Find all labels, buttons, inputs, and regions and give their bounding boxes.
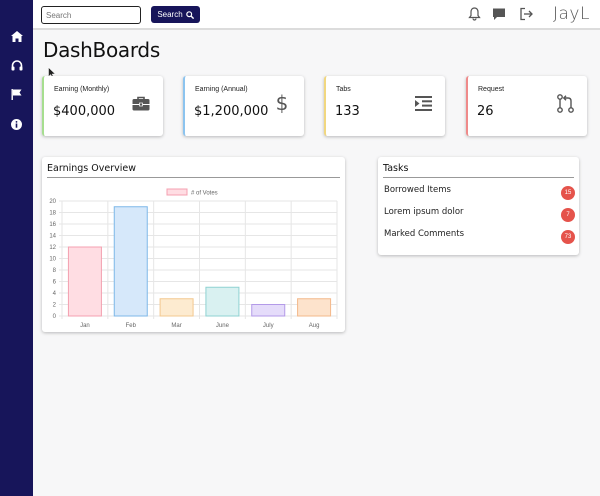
x-tick-label: July — [263, 323, 274, 329]
flag-icon[interactable] — [0, 86, 33, 102]
bar — [113, 206, 148, 317]
legend-swatch — [166, 188, 188, 196]
y-tick-label: 18 — [49, 211, 56, 217]
bar — [159, 298, 194, 317]
home-icon[interactable] — [0, 28, 33, 44]
search-button-label: Search — [157, 10, 183, 19]
panel-title: Earnings Overview — [47, 163, 136, 174]
y-tick-label: 12 — [49, 245, 56, 251]
card-value: 26 — [477, 104, 494, 119]
x-tick-label: Jan — [80, 323, 90, 329]
search-input[interactable] — [41, 6, 141, 24]
card-label: Request — [478, 86, 505, 93]
card-earning-annual: Earning (Annual) $1,200,000 $ — [183, 76, 304, 136]
card-earning-monthly: Earning (Monthly) $400,000 — [42, 76, 163, 136]
page-title: DashBoards — [43, 38, 160, 62]
y-tick-label: 6 — [53, 280, 57, 286]
headphones-icon[interactable] — [0, 57, 33, 73]
x-tick-label: Aug — [309, 323, 320, 329]
task-count-badge: 7 — [561, 208, 575, 222]
user-name[interactable]: JayL — [553, 4, 590, 24]
pull-request-icon — [555, 93, 575, 113]
card-tabs: Tabs 133 — [324, 76, 445, 136]
card-label: Tabs — [336, 86, 351, 93]
y-tick-label: 8 — [53, 268, 57, 274]
divider — [383, 177, 574, 178]
y-tick-label: 20 — [49, 199, 56, 205]
briefcase-icon — [131, 93, 151, 113]
x-tick-label: June — [216, 323, 230, 329]
bar — [205, 286, 240, 317]
y-tick-label: 14 — [49, 234, 56, 240]
bar — [67, 246, 102, 317]
task-count-badge: 73 — [561, 230, 575, 244]
card-label: Earning (Annual) — [195, 86, 248, 93]
bar — [251, 304, 286, 317]
card-request: Request 26 — [466, 76, 587, 136]
y-tick-label: 2 — [53, 303, 57, 309]
card-value: $400,000 — [53, 104, 116, 119]
search-icon — [185, 10, 194, 19]
y-tick-label: 16 — [49, 222, 56, 228]
legend-label: # of Votes — [191, 191, 218, 197]
y-tick-label: 0 — [53, 314, 57, 320]
divider — [47, 177, 340, 178]
top-bar: Search JayL — [33, 0, 600, 30]
task-item-label[interactable]: Marked Comments — [384, 229, 464, 239]
bell-icon[interactable] — [466, 6, 482, 22]
indent-icon — [413, 93, 433, 113]
y-tick-label: 10 — [49, 257, 56, 263]
task-item-label[interactable]: Lorem ipsum dolor — [384, 207, 464, 217]
task-count-badge: 15 — [561, 186, 575, 200]
message-icon[interactable] — [491, 6, 507, 22]
card-label: Earning (Monthly) — [54, 86, 110, 93]
bar — [297, 298, 332, 317]
card-value: $1,200,000 — [194, 104, 269, 119]
panel-title: Tasks — [383, 163, 409, 174]
tasks-panel: Tasks Borrowed Items 15 Lorem ipsum dolo… — [378, 157, 579, 255]
dollar-icon: $ — [275, 91, 289, 115]
sign-out-icon[interactable] — [518, 6, 534, 22]
info-icon[interactable] — [0, 116, 33, 132]
sidebar — [0, 0, 33, 496]
x-tick-label: Mar — [171, 323, 181, 329]
earnings-bar-chart: 0 2 4 6 8 10 12 14 16 18 20 Jan Feb Mar June July Aug # o… — [49, 188, 338, 329]
x-tick-label: Feb — [126, 323, 137, 329]
search-button[interactable]: Search — [151, 6, 200, 23]
card-value: 133 — [335, 104, 360, 119]
earnings-overview-panel: Earnings Overview 0 2 4 6 8 10 12 14 16 18 20 Jan Fe… — [42, 157, 345, 332]
task-item-label[interactable]: Borrowed Items — [384, 185, 451, 195]
y-tick-label: 4 — [53, 291, 57, 297]
